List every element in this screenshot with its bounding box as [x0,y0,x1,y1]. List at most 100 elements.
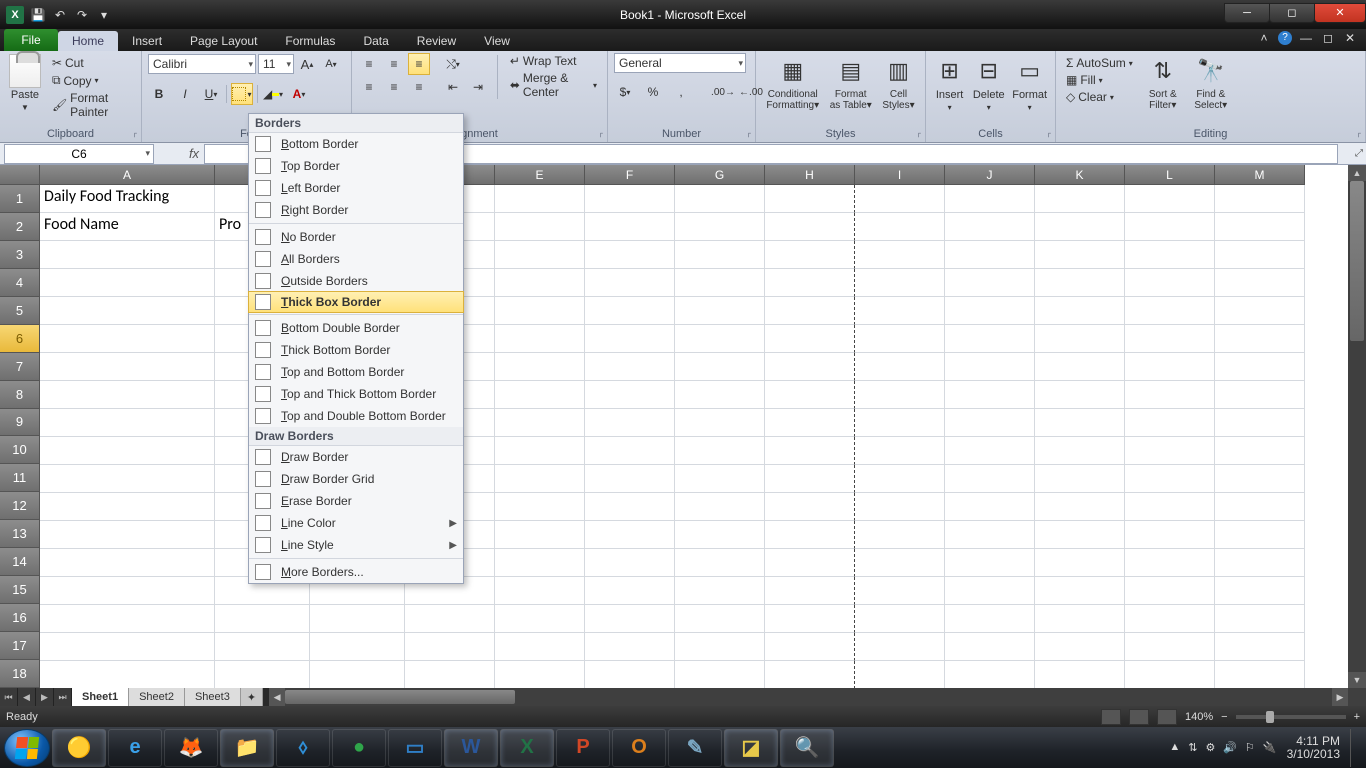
row-header-8[interactable]: 8 [0,381,40,409]
border-option-thick-bottom-border[interactable]: Thick Bottom Border [249,339,463,361]
row-header-14[interactable]: 14 [0,548,40,576]
taskbar-powerpoint[interactable]: P [556,729,610,767]
name-box[interactable]: C6 [4,144,154,164]
cell-M2[interactable] [1215,213,1305,241]
cell-H15[interactable] [765,577,855,605]
clear-button[interactable]: ◇Clear▾ [1062,89,1137,105]
cell-M5[interactable] [1215,297,1305,325]
cell-J18[interactable] [945,661,1035,689]
help-icon[interactable]: ? [1278,31,1292,45]
cell-L2[interactable] [1125,213,1215,241]
cell-I2[interactable] [855,213,945,241]
conditional-formatting-button[interactable]: ▦ConditionalFormatting▾ [762,53,823,111]
qat-undo-icon[interactable]: ↶ [50,5,70,25]
cell-A12[interactable] [40,493,215,521]
cell-J3[interactable] [945,241,1035,269]
orientation-button[interactable]: ⤭▾ [442,53,464,75]
cell-H4[interactable] [765,269,855,297]
taskbar-clock[interactable]: 4:11 PM 3/10/2013 [1287,735,1340,761]
cell-K3[interactable] [1035,241,1125,269]
cell-F6[interactable] [585,325,675,353]
cell-F4[interactable] [585,269,675,297]
taskbar-notepad[interactable]: ✎ [668,729,722,767]
cell-J8[interactable] [945,381,1035,409]
tray-icon-1[interactable]: ⇅ [1188,741,1197,754]
row-header-16[interactable]: 16 [0,604,40,632]
tab-insert[interactable]: Insert [118,31,176,51]
cell-G14[interactable] [675,549,765,577]
cell-H14[interactable] [765,549,855,577]
formula-expand-icon[interactable]: ⤢ [1352,148,1366,159]
copy-button[interactable]: ⧉Copy▾ [48,72,135,89]
workbook-restore-icon[interactable]: ◻ [1320,31,1336,45]
cell-A7[interactable] [40,353,215,381]
align-top-button[interactable]: ≡ [358,53,380,75]
cell-M15[interactable] [1215,577,1305,605]
border-option-thick-box-border[interactable]: Thick Box Border [248,291,464,313]
cell-H3[interactable] [765,241,855,269]
row-header-12[interactable]: 12 [0,492,40,520]
cell-A8[interactable] [40,381,215,409]
cell-B18[interactable] [215,661,310,689]
cell-A16[interactable] [40,605,215,633]
cell-I5[interactable] [855,297,945,325]
font-size-combo[interactable]: 11 [258,54,294,74]
align-left-button[interactable]: ≡ [358,76,380,98]
align-right-button[interactable]: ≡ [408,76,430,98]
cell-I9[interactable] [855,409,945,437]
cell-A17[interactable] [40,633,215,661]
cell-I16[interactable] [855,605,945,633]
taskbar-magnifier[interactable]: 🔍 [780,729,834,767]
cell-L14[interactable] [1125,549,1215,577]
taskbar-app1[interactable]: ▭ [388,729,442,767]
cell-H11[interactable] [765,465,855,493]
percent-button[interactable]: % [642,81,664,103]
cell-M16[interactable] [1215,605,1305,633]
horizontal-scrollbar[interactable]: ◀ ▶ [269,688,1348,706]
cell-G2[interactable] [675,213,765,241]
zoom-out-button[interactable]: − [1221,711,1227,723]
cell-E8[interactable] [495,381,585,409]
cell-M3[interactable] [1215,241,1305,269]
tab-page-layout[interactable]: Page Layout [176,31,271,51]
vertical-scrollbar[interactable]: ▲ ▼ [1348,165,1366,688]
border-option-top-and-thick-bottom-border[interactable]: Top and Thick Bottom Border [249,383,463,405]
cell-G13[interactable] [675,521,765,549]
cell-H17[interactable] [765,633,855,661]
sheet-nav-1[interactable]: ◀ [18,688,36,706]
cell-I6[interactable] [855,325,945,353]
cell-J17[interactable] [945,633,1035,661]
start-button[interactable] [4,729,50,767]
cell-M4[interactable] [1215,269,1305,297]
cell-A11[interactable] [40,465,215,493]
cell-L16[interactable] [1125,605,1215,633]
cell-F7[interactable] [585,353,675,381]
accounting-button[interactable]: $▾ [614,81,636,103]
cell-K10[interactable] [1035,437,1125,465]
font-color-button[interactable]: A▾ [288,83,310,105]
cell-I7[interactable] [855,353,945,381]
file-tab[interactable]: File [4,29,58,51]
cell-H10[interactable] [765,437,855,465]
cell-K8[interactable] [1035,381,1125,409]
row-header-6[interactable]: 6 [0,325,40,353]
cell-J14[interactable] [945,549,1035,577]
cells-area[interactable]: Daily Food TrackingFood NamePro [40,185,1348,688]
cell-A14[interactable] [40,549,215,577]
taskbar-explorer[interactable]: 📁 [220,729,274,767]
row-header-15[interactable]: 15 [0,576,40,604]
cell-H5[interactable] [765,297,855,325]
qat-customize-icon[interactable]: ▾ [94,5,114,25]
col-header-I[interactable]: I [855,165,945,185]
border-option-outside-borders[interactable]: Outside Borders [249,270,463,292]
cell-I14[interactable] [855,549,945,577]
workbook-min-icon[interactable]: ― [1298,31,1314,45]
tray-icon-2[interactable]: ⚙ [1205,741,1215,754]
border-option-bottom-double-border[interactable]: Bottom Double Border [249,317,463,339]
cell-L4[interactable] [1125,269,1215,297]
increase-decimal-button[interactable]: .00→ [712,81,734,103]
cell-M12[interactable] [1215,493,1305,521]
close-button[interactable]: ✕ [1314,3,1366,23]
cell-F18[interactable] [585,661,675,689]
cell-J10[interactable] [945,437,1035,465]
